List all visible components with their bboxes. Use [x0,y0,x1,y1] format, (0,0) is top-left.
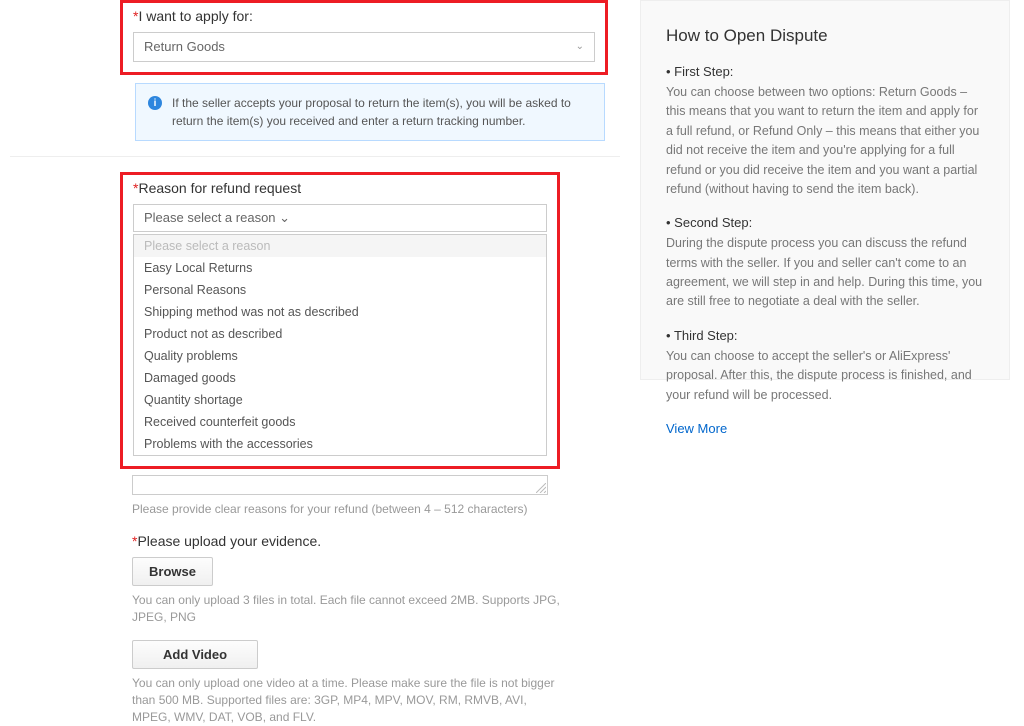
browse-button[interactable]: Browse [132,557,213,586]
chevron-up-icon: ⌄ [279,210,290,225]
reason-option[interactable]: Quality problems [134,345,546,367]
video-helper: You can only upload one video at a time.… [132,675,558,725]
evidence-helper: You can only upload 3 files in total. Ea… [132,592,596,626]
step2-label: Second Step: [666,215,984,230]
step3-label: Third Step: [666,328,984,343]
apply-for-label: *I want to apply for: [133,8,595,24]
reason-highlight: *Reason for refund request Please select… [120,172,560,469]
evidence-label: *Please upload your evidence. [132,533,608,549]
evidence-section: *Please upload your evidence. Browse You… [132,533,608,726]
step3-text: You can choose to accept the seller's or… [666,347,984,405]
reason-option-placeholder[interactable]: Please select a reason [134,235,546,257]
step1-label: First Step: [666,64,984,79]
add-video-button[interactable]: Add Video [132,640,258,669]
reason-option[interactable]: Personal Reasons [134,279,546,301]
view-more-link[interactable]: View More [666,421,984,436]
reason-textarea[interactable] [132,475,548,495]
reason-option[interactable]: Quantity shortage [134,389,546,411]
info-banner-text: If the seller accepts your proposal to r… [172,94,592,130]
chevron-down-icon: ⌄ [576,33,584,61]
apply-for-select[interactable]: Return Goods ⌄ [133,32,595,62]
reason-dropdown: Please select a reason Easy Local Return… [133,234,547,456]
reason-option[interactable]: Problems with the accessories [134,433,546,455]
reason-placeholder: Please select a reason [144,210,276,225]
reason-helper-text: Please provide clear reasons for your re… [132,501,550,518]
reason-option[interactable]: Easy Local Returns [134,257,546,279]
right-sidebar: How to Open Dispute First Step: You can … [640,0,1010,380]
reason-option[interactable]: Damaged goods [134,367,546,389]
info-icon: i [148,96,162,110]
info-banner: i If the seller accepts your proposal to… [135,83,605,141]
left-column: *I want to apply for: Return Goods ⌄ i I… [0,0,630,605]
step2-text: During the dispute process you can discu… [666,234,984,312]
sidebar-title: How to Open Dispute [666,26,984,46]
step1-text: You can choose between two options: Retu… [666,83,984,199]
reason-option[interactable]: Shipping method was not as described [134,301,546,323]
apply-for-highlight: *I want to apply for: Return Goods ⌄ [120,0,608,75]
divider [10,156,620,157]
resize-handle-icon [536,483,546,493]
reason-option[interactable]: Product not as described [134,323,546,345]
reason-option[interactable]: Received counterfeit goods [134,411,546,433]
reason-select[interactable]: Please select a reason ⌄ [133,204,547,232]
reason-label: *Reason for refund request [133,180,547,196]
apply-for-selected: Return Goods [144,39,225,54]
